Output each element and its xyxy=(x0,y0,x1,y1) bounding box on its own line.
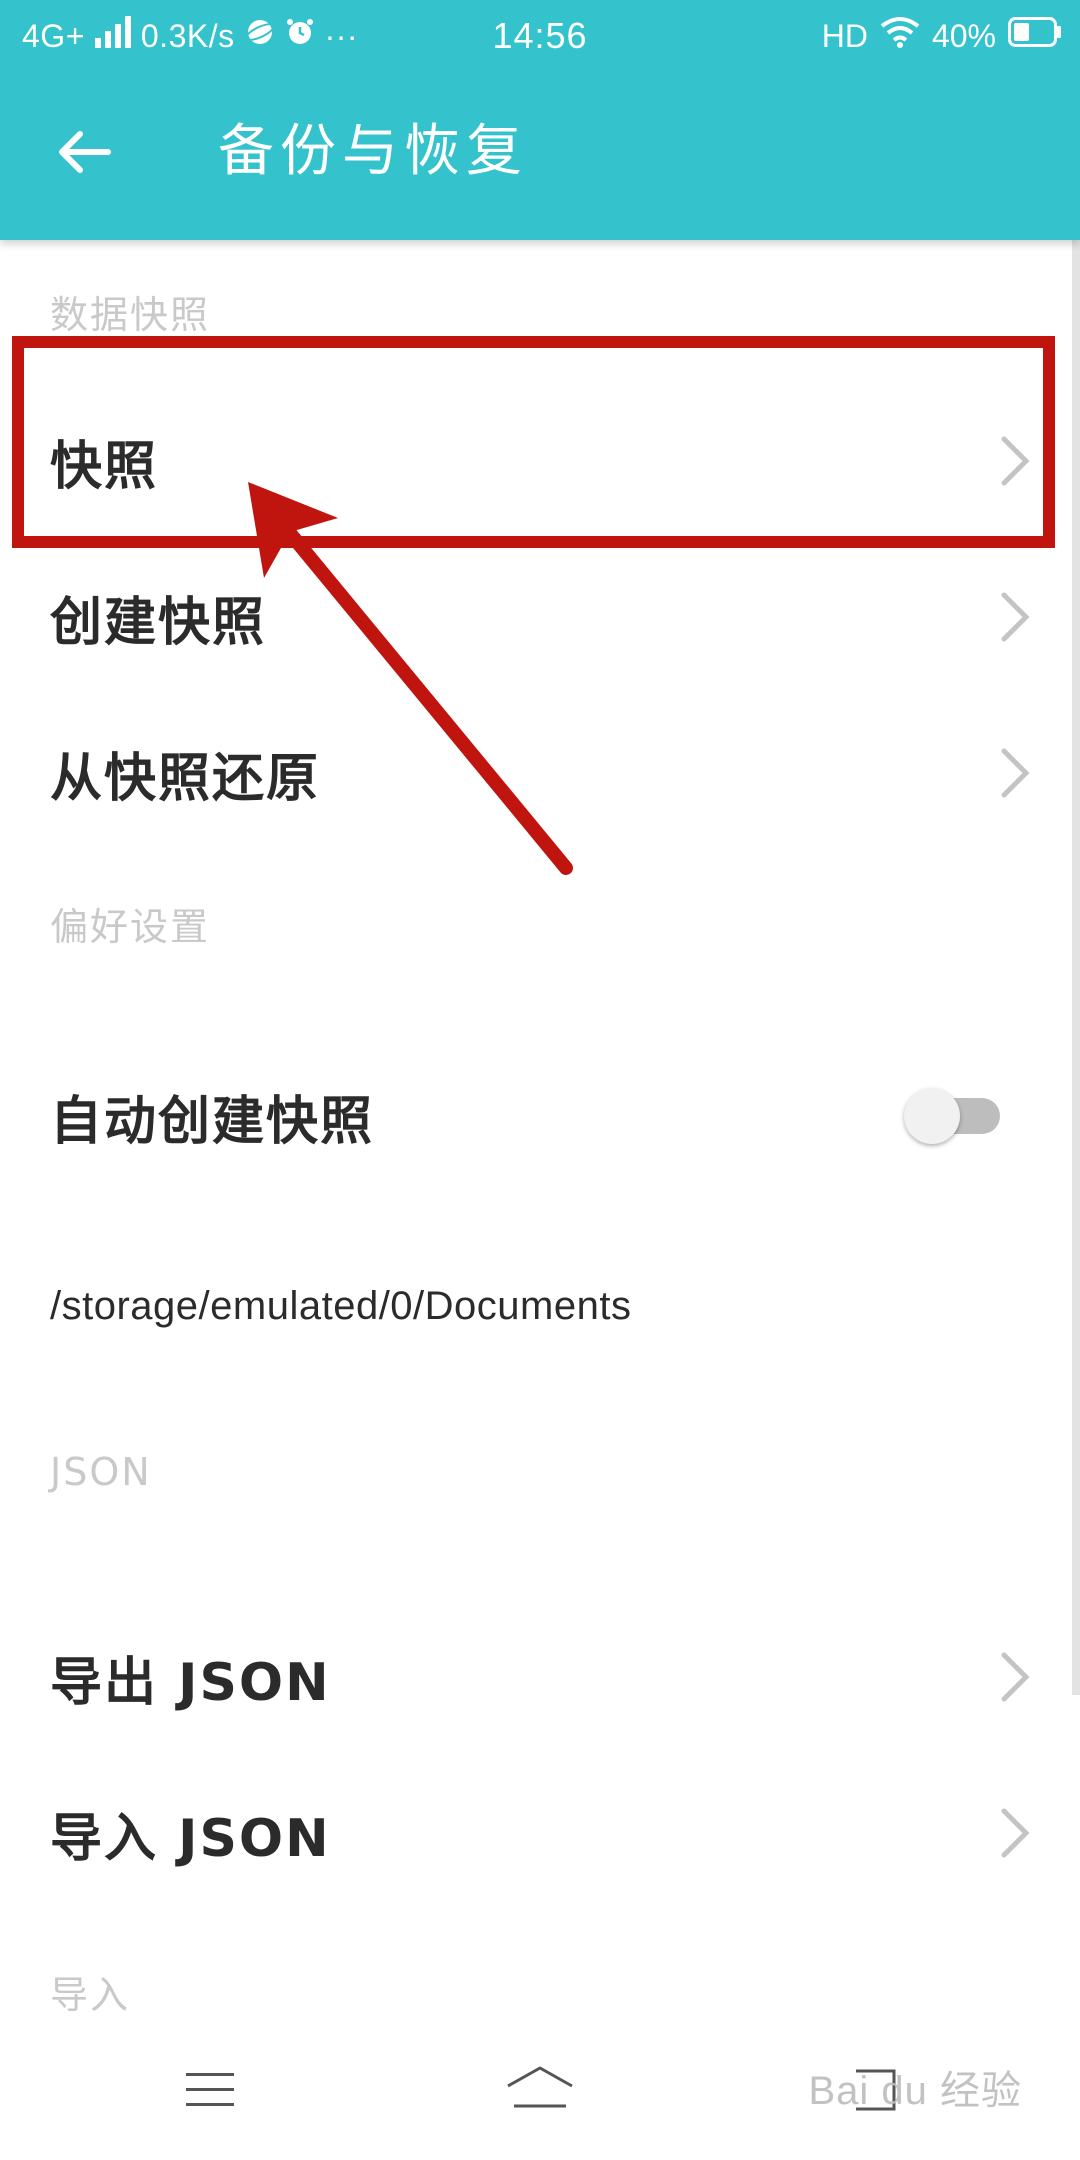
back-button[interactable] xyxy=(48,116,120,188)
restore-snapshot-label: 从快照还原 xyxy=(50,748,321,809)
section-header-json: JSON xyxy=(50,1450,152,1494)
auto-snapshot-item[interactable]: 自动创建快照 xyxy=(0,1041,1080,1191)
toolbar: 备份与恢复 xyxy=(0,72,1080,240)
home-button[interactable] xyxy=(490,2050,590,2130)
export-json-label: 导出 JSON xyxy=(50,1652,331,1713)
status-bar: 4G+ 0.3K/s ··· 14:56 HD 40% xyxy=(0,0,1080,72)
home-icon xyxy=(507,2066,573,2108)
watermark: Bai du 经验 xyxy=(808,2069,1022,2113)
menu-icon xyxy=(186,2073,234,2106)
import-json-item[interactable]: 导入 JSON xyxy=(0,1758,1080,1908)
arrow-left-icon xyxy=(59,131,111,173)
chevron-right-icon xyxy=(1001,592,1030,642)
chevron-right-icon xyxy=(1001,1652,1030,1702)
wifi-icon xyxy=(880,16,920,56)
hd-label: HD xyxy=(821,17,868,54)
navigation-bar: Bai du 经验 xyxy=(0,2020,1080,2160)
create-snapshot-label: 创建快照 xyxy=(50,592,267,653)
menu-button[interactable] xyxy=(160,2050,260,2130)
create-snapshot-item[interactable]: 创建快照 xyxy=(0,542,1080,692)
storage-path-item[interactable]: /storage/emulated/0/Documents xyxy=(50,1284,631,1329)
battery-percent: 40% xyxy=(931,17,996,54)
auto-snapshot-label: 自动创建快照 xyxy=(50,1091,375,1152)
auto-snapshot-toggle[interactable] xyxy=(904,1088,1000,1144)
app-header: 4G+ 0.3K/s ··· 14:56 HD 40% 备份与恢复 xyxy=(0,0,1080,240)
section-header-snapshots: 数据快照 xyxy=(50,293,211,337)
section-header-preferences: 偏好设置 xyxy=(50,905,211,949)
chevron-right-icon xyxy=(1001,1808,1030,1858)
battery-icon xyxy=(1008,17,1062,55)
export-json-item[interactable]: 导出 JSON xyxy=(0,1602,1080,1752)
chevron-right-icon xyxy=(1001,748,1030,798)
toggle-thumb xyxy=(904,1088,960,1144)
page-title: 备份与恢复 xyxy=(218,119,528,184)
import-json-label: 导入 JSON xyxy=(50,1808,331,1869)
section-header-import: 导入 xyxy=(50,1973,131,2017)
scrollbar[interactable] xyxy=(1072,240,1080,1695)
restore-snapshot-item[interactable]: 从快照还原 xyxy=(0,698,1080,848)
annotation-highlight-box xyxy=(12,336,1055,548)
status-right: HD 40% xyxy=(822,14,1062,58)
